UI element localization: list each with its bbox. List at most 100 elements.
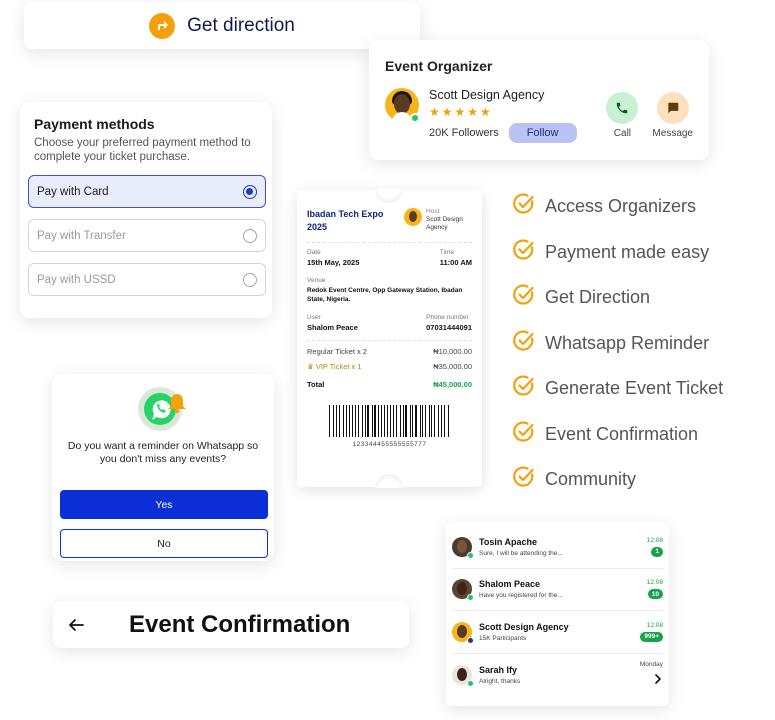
pay-with-transfer-option[interactable]: Pay with Transfer: [28, 219, 266, 252]
payment-subtitle: Choose your preferred payment method to …: [34, 137, 251, 163]
item-label: Regular Ticket x 2: [307, 347, 368, 356]
barcode-bar: [409, 405, 411, 437]
barcode-bar: [419, 405, 421, 437]
host-avatar: [404, 208, 422, 226]
radio-empty-icon[interactable]: [243, 272, 257, 287]
chat-time: 12:08: [646, 621, 663, 629]
organizer-section-title: Event Organizer: [385, 58, 493, 74]
feature-label: Generate Event Ticket: [545, 378, 724, 398]
chat-time: Monday: [639, 660, 663, 668]
barcode-bar: [362, 405, 363, 437]
barcode-bar: [336, 405, 337, 437]
host-label: Host: [426, 208, 440, 215]
ticket-user: Shalom Peace: [307, 323, 358, 332]
barcode-bar: [444, 405, 445, 437]
avatar: [452, 579, 474, 602]
total-row: Total ₦45,000.00: [307, 380, 472, 389]
barcode-bar: [377, 405, 379, 437]
barcode-bar: [352, 405, 353, 437]
whatsapp-bell-icon: [133, 384, 193, 434]
chat-name: Sarah Ify: [479, 664, 518, 675]
avatar: [452, 536, 474, 559]
item-price: ₦10,000.00: [433, 347, 472, 356]
barcode-bar: [402, 405, 404, 437]
feature-item: Event Confirmation: [512, 420, 723, 449]
chevron-right-icon[interactable]: [653, 671, 663, 689]
no-button[interactable]: No: [60, 529, 268, 558]
organizer-name[interactable]: Scott Design Agency: [429, 88, 577, 102]
barcode-bar: [371, 405, 373, 437]
pay-with-ussd-option[interactable]: Pay with USSD: [28, 263, 266, 296]
pay-with-card-option[interactable]: Pay with Card: [28, 175, 266, 208]
feature-item: Community: [512, 465, 723, 494]
barcode-bar: [428, 405, 430, 437]
check-circle-icon: [512, 420, 536, 449]
phone-icon: [606, 92, 639, 124]
ticket-divider: [307, 340, 472, 341]
barcode-bar: [424, 405, 426, 437]
page-title: Event Confirmation: [129, 610, 351, 638]
venue-label: Venue: [307, 277, 326, 284]
chat-item[interactable]: Scott Design Agency 15K Participants 12:…: [452, 611, 663, 654]
option-label: Pay with Transfer: [37, 229, 126, 242]
barcode-bar: [343, 405, 344, 437]
feature-label: Whatsapp Reminder: [545, 332, 710, 353]
ticket-venue: Redok Event Centre, Opp Gateway Station,…: [307, 287, 463, 303]
barcode-bar: [338, 405, 341, 437]
check-circle-icon: [512, 465, 536, 494]
event-organizer-card: Event Organizer Scott Design Agency ★★★★…: [369, 40, 709, 160]
event-confirmation-header: Event Confirmation: [53, 601, 409, 648]
direction-icon: [149, 12, 176, 39]
crown-icon: ♛: [307, 362, 314, 371]
time-label: Time: [439, 249, 454, 256]
barcode-bar: [357, 405, 360, 437]
call-button[interactable]: Call: [606, 92, 639, 139]
radio-empty-icon[interactable]: [243, 228, 257, 243]
barcode-bar: [393, 405, 394, 437]
chat-item[interactable]: Shalom Peace Have you registered for the…: [452, 569, 663, 611]
barcode-bar: [447, 405, 449, 437]
check-circle-icon: [512, 192, 536, 221]
ticket-event-name: Ibadan Tech Expo 2025: [307, 209, 384, 232]
feature-item: Access Organizers: [512, 192, 723, 221]
chat-item[interactable]: Sarah Ify Alright, thanks Monday: [452, 654, 663, 697]
call-label: Call: [613, 128, 632, 139]
chat-item[interactable]: Tosin Apache Sure, I will be attending t…: [452, 526, 663, 569]
organizer-avatar[interactable]: [385, 88, 420, 123]
chat-name: Tosin Apache: [479, 536, 538, 547]
barcode-bar: [433, 405, 436, 437]
radio-selected-icon[interactable]: [243, 184, 257, 199]
community-chat-list: Tosin Apache Sure, I will be attending t…: [446, 522, 669, 706]
chat-time: 12:08: [646, 579, 663, 587]
payment-title: Payment methods: [34, 116, 155, 132]
chat-time: 12:08: [646, 536, 663, 544]
ticket-date: 15th May, 2025: [307, 258, 360, 267]
chat-name: Scott Design Agency: [479, 621, 569, 632]
barcode-bar: [395, 405, 398, 437]
item-price: ₦35,000.00: [433, 362, 472, 371]
item-label: VIP Ticket x 1: [315, 362, 362, 371]
avatar: [452, 621, 474, 644]
online-status-icon: [410, 113, 420, 123]
event-ticket: Ibadan Tech Expo 2025 Host Scott Design …: [297, 189, 482, 488]
ticket-time: 11:00 AM: [439, 258, 472, 267]
total-label: Total: [307, 380, 325, 389]
check-circle-icon: [512, 238, 536, 267]
chat-preview: Sure, I will be attending the...: [479, 549, 563, 557]
feature-item: Payment made easy: [512, 238, 723, 267]
get-direction-button[interactable]: Get direction: [24, 2, 420, 49]
whatsapp-question: Do you want a reminder on Whatsapp so yo…: [67, 440, 259, 465]
back-arrow-icon[interactable]: [67, 616, 85, 634]
message-button[interactable]: Message: [652, 92, 693, 139]
features-list: Access Organizers Payment made easy Get …: [512, 192, 724, 513]
barcode-bar: [333, 405, 335, 437]
follow-button[interactable]: Follow: [508, 123, 577, 143]
yes-button[interactable]: Yes: [60, 490, 268, 519]
ticket-phone: 07031444091: [426, 323, 472, 332]
barcode-bar: [422, 405, 423, 437]
user-label: User: [307, 314, 321, 321]
barcode-bar: [412, 405, 414, 437]
barcode-bar: [415, 405, 417, 437]
feature-label: Payment made easy: [545, 241, 710, 262]
unread-badge: 1: [651, 546, 663, 557]
